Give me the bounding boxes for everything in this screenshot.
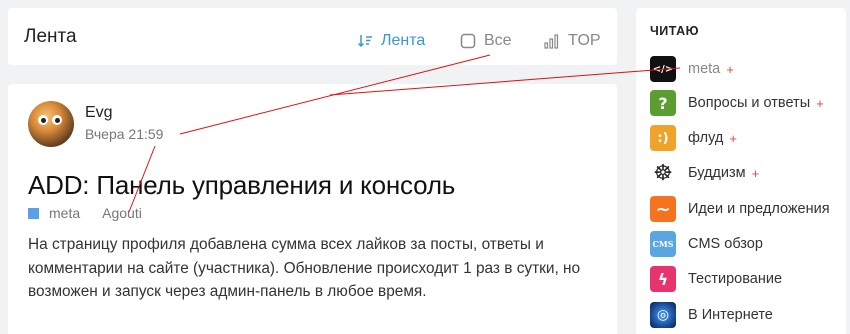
- sidebar-item-label: флуд: [688, 130, 724, 146]
- code-icon: </>: [650, 56, 676, 82]
- smile-icon: :): [650, 125, 676, 151]
- post-tag-link[interactable]: Agouti: [102, 205, 142, 221]
- sidebar-title: ЧИТАЮ: [650, 24, 700, 38]
- feed-header: Лента Лента Все TOP: [8, 8, 617, 65]
- tab-all[interactable]: Все: [460, 32, 512, 50]
- wave-icon: ~: [650, 196, 676, 222]
- post-body: На страницу профиля добавлена сумма всех…: [28, 236, 581, 300]
- sidebar-item-label: meta: [688, 61, 721, 77]
- sidebar-item-buddhism[interactable]: ☸ Буддизм +: [650, 160, 759, 186]
- bars-icon: [544, 34, 559, 49]
- post-time[interactable]: Вчера 21:59: [85, 126, 163, 142]
- post-title[interactable]: ADD: Панель управления и консоль: [28, 170, 455, 201]
- subscribe-plus[interactable]: +: [726, 62, 734, 77]
- sidebar-item-qa[interactable]: ? Вопросы и ответы +: [650, 90, 824, 116]
- page-title: Лента: [24, 26, 77, 47]
- sidebar-item-flood[interactable]: :) флуд +: [650, 125, 737, 151]
- cms-icon: CMS: [650, 231, 676, 257]
- subscribe-plus[interactable]: +: [729, 131, 737, 146]
- subscribe-plus[interactable]: +: [816, 96, 824, 111]
- sidebar-item-label: В Интернете: [688, 307, 773, 323]
- avatar[interactable]: [28, 101, 74, 147]
- sidebar-item-label: Буддизм: [688, 165, 746, 181]
- sidebar-item-cms[interactable]: CMS CMS обзор: [650, 231, 763, 257]
- post-card: Evg Вчера 21:59 ADD: Панель управления и…: [8, 84, 617, 334]
- sidebar-item-meta[interactable]: </> meta +: [650, 56, 734, 82]
- dharma-wheel-icon: ☸: [650, 160, 676, 186]
- tab-all-label: Все: [484, 32, 512, 49]
- sidebar-item-internet[interactable]: ◎ В Интернете: [650, 302, 773, 328]
- sidebar-item-ideas[interactable]: ~ Идеи и предложения: [650, 196, 830, 222]
- globe-icon: ◎: [650, 302, 676, 328]
- post-author[interactable]: Evg: [85, 104, 113, 122]
- tab-feed[interactable]: Лента: [357, 32, 425, 50]
- post-meta: meta Agouti: [28, 205, 142, 221]
- sidebar-item-label: Тестирование: [688, 271, 783, 287]
- sidebar-item-label: Вопросы и ответы: [688, 95, 811, 111]
- question-icon: ?: [650, 90, 676, 116]
- tab-top-label: TOP: [568, 32, 601, 49]
- reading-sidebar: ЧИТАЮ </> meta + ? Вопросы и ответы + :)…: [636, 8, 846, 334]
- subscribe-plus[interactable]: +: [752, 166, 760, 181]
- category-color-icon: [28, 207, 39, 219]
- tab-feed-label: Лента: [381, 32, 426, 49]
- sidebar-item-label: Идеи и предложения: [688, 201, 830, 217]
- checkbox-icon: [460, 33, 476, 49]
- sidebar-item-label: CMS обзор: [688, 236, 763, 252]
- sidebar-item-testing[interactable]: ϟ Тестирование: [650, 266, 782, 292]
- sort-icon: [357, 35, 372, 48]
- lightning-icon: ϟ: [650, 266, 676, 292]
- post-category-link[interactable]: meta: [49, 205, 80, 221]
- tab-top[interactable]: TOP: [544, 32, 601, 50]
